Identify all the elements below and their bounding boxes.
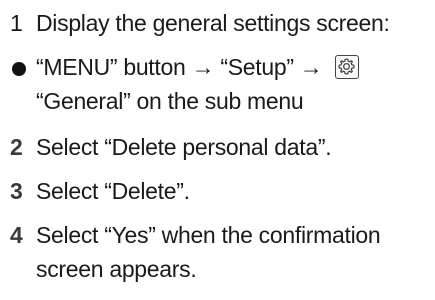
step-text: Select “Yes” when the confirmation: [36, 222, 381, 248]
step-number: 3: [10, 178, 23, 204]
step-number: 2: [10, 134, 23, 160]
bullet-text-line-1: “MENU” button → “Setup” →: [36, 54, 323, 80]
bullet-line-1-wrap: “MENU” button → “Setup” →: [36, 50, 359, 84]
step-text: Select “Delete personal data”.: [36, 134, 332, 160]
step-text: Select “Delete”.: [36, 178, 190, 204]
gear-icon: [334, 55, 359, 79]
step-text: Display the general settings screen:: [36, 10, 390, 36]
bullet-text-line-2: “General” on the sub menu: [36, 88, 304, 114]
step-number: 4: [10, 222, 23, 248]
step-text-line-2: screen appears.: [36, 256, 197, 282]
bullet-icon: [12, 62, 26, 76]
step-number: 1: [10, 10, 23, 36]
